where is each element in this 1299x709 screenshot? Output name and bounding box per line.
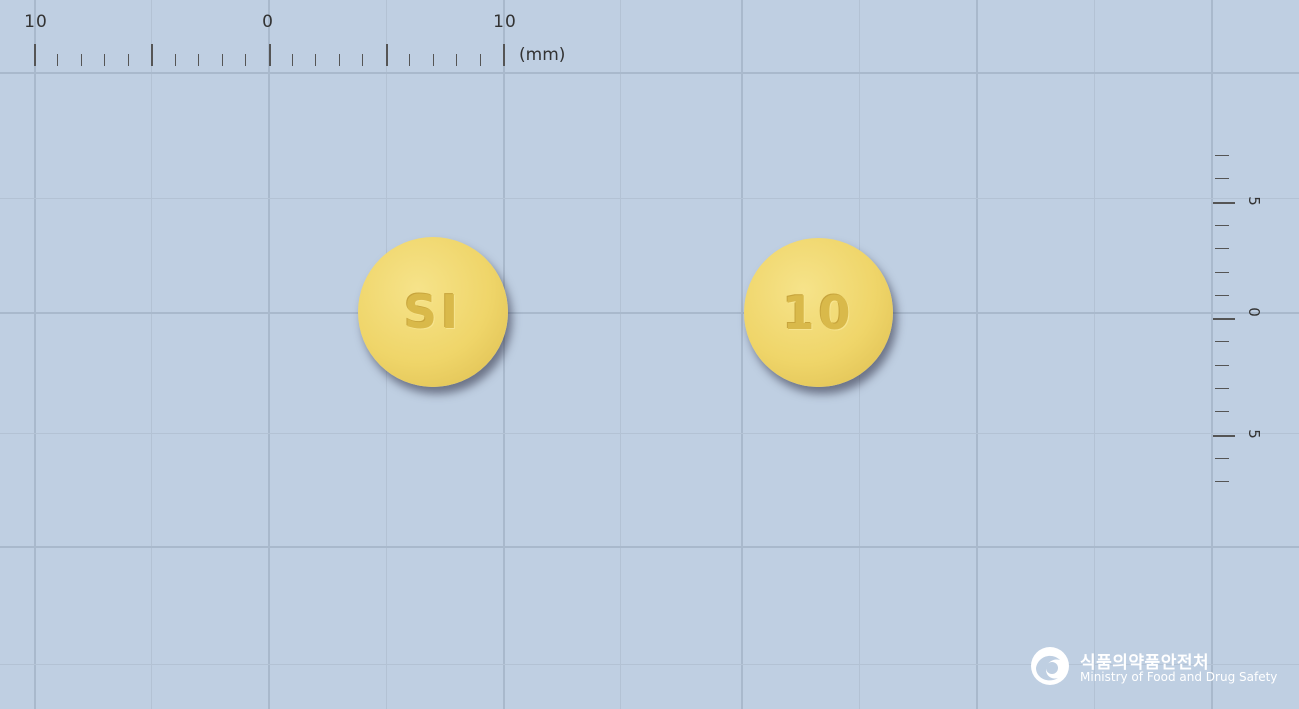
grid-line	[34, 0, 36, 709]
pill-imprint: 10	[782, 285, 855, 340]
grid-line	[0, 198, 1299, 199]
ruler-tick	[269, 44, 271, 66]
ruler-tick	[503, 44, 505, 66]
ruler-tick	[1215, 155, 1229, 156]
grid-line	[151, 0, 152, 709]
ruler-tick	[1215, 225, 1229, 226]
ruler-tick	[175, 54, 176, 66]
grid-line	[976, 0, 978, 709]
ruler-tick	[409, 54, 410, 66]
ruler-label: 5	[1245, 196, 1263, 206]
grid-line	[741, 0, 743, 709]
ruler-tick	[1213, 202, 1235, 204]
ruler-tick	[128, 54, 129, 66]
ruler-tick	[245, 54, 246, 66]
ruler-tick	[386, 44, 388, 66]
grid-line	[620, 0, 621, 709]
pill-imprint: SI	[403, 285, 463, 339]
ruler-label: 0	[262, 12, 274, 32]
ruler-label: 10	[24, 12, 48, 32]
ruler-tick	[292, 54, 293, 66]
ruler-tick	[362, 54, 363, 66]
ruler-tick	[480, 54, 481, 66]
ruler-tick	[1215, 341, 1229, 342]
ruler-label: 0	[1245, 307, 1263, 317]
ruler-tick	[1215, 388, 1229, 389]
ruler-tick	[57, 54, 58, 66]
ruler-tick	[1215, 365, 1229, 366]
ruler-tick	[456, 54, 457, 66]
ruler-tick	[1215, 295, 1229, 296]
ruler-tick	[1215, 411, 1229, 412]
ruler-tick	[104, 54, 105, 66]
grid-line	[503, 0, 505, 709]
ruler-label: 5	[1245, 429, 1263, 439]
pill-back: 10	[744, 238, 893, 387]
logo-english-name: Ministry of Food and Drug Safety	[1080, 670, 1278, 684]
grid-line	[1094, 0, 1095, 709]
ruler-tick	[1215, 178, 1229, 179]
ruler-tick	[151, 44, 153, 66]
grid-line	[1211, 0, 1213, 709]
ruler-unit-label: (mm)	[519, 45, 566, 65]
ruler-tick	[315, 54, 316, 66]
mfds-emblem-icon	[1031, 647, 1069, 685]
ruler-tick	[222, 54, 223, 66]
ruler-tick	[1215, 248, 1229, 249]
pill-photo-stage: 10 0 10 (mm) 5 0 5 SI 10 식품의약품안전처 Minist…	[0, 0, 1299, 709]
ruler-tick	[198, 54, 199, 66]
ruler-tick	[1215, 272, 1229, 273]
grid-line	[0, 72, 1299, 74]
grid-line	[0, 433, 1299, 434]
ruler-tick	[34, 44, 36, 66]
grid-line	[268, 0, 270, 709]
ruler-tick	[433, 54, 434, 66]
grid-line	[0, 312, 1299, 314]
ruler-tick	[1213, 435, 1235, 437]
ruler-tick	[1215, 481, 1229, 482]
ruler-label: 10	[493, 12, 517, 32]
ruler-tick	[1213, 318, 1235, 320]
pill-front: SI	[358, 237, 508, 387]
ruler-tick	[81, 54, 82, 66]
ruler-tick	[339, 54, 340, 66]
ruler-tick	[1215, 458, 1229, 459]
grid-line	[0, 546, 1299, 548]
